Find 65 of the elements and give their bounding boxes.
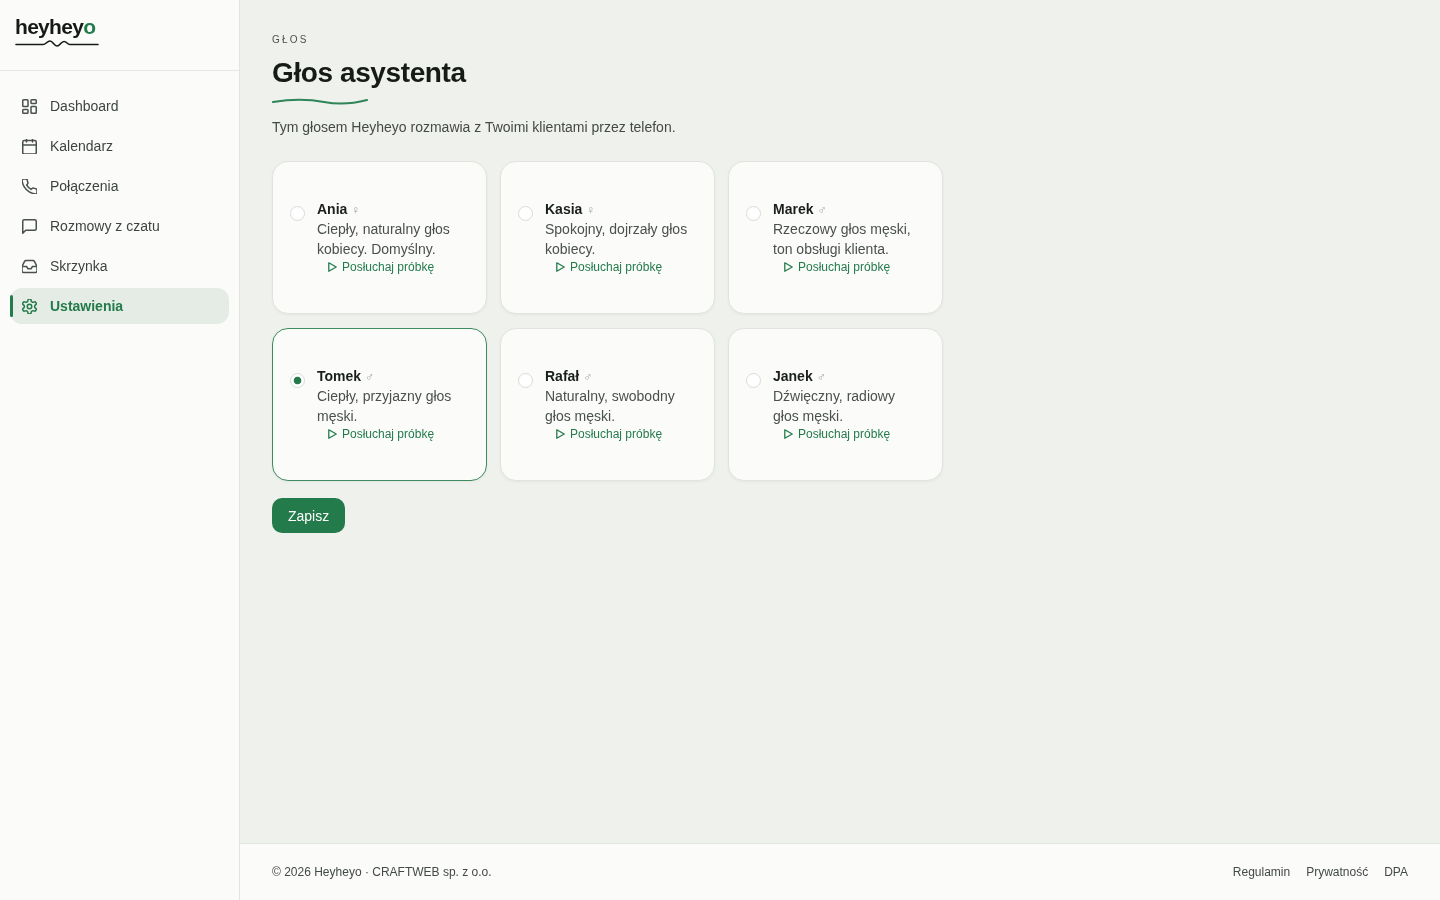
play-icon: [784, 262, 793, 272]
phone-icon: [22, 178, 37, 194]
voice-description: Spokojny, dojrzały głos kobiecy.: [545, 220, 689, 259]
play-icon: [328, 429, 337, 439]
voice-card[interactable]: Rafał ♂ Naturalny, swobodny głos męski. Posłuchaj próbkę: [500, 328, 715, 481]
sample-link[interactable]: Posłuchaj próbkę: [328, 259, 435, 275]
voice-card[interactable]: Kasia ♀ Spokojny, dojrzały głos kobiecy. Posłuchaj próbkę: [500, 161, 715, 314]
chat-bubble-icon: [22, 218, 37, 234]
voice-card[interactable]: Marek ♂ Rzeczowy głos męski, ton obsługi klienta. Posłuchaj próbkę: [728, 161, 943, 314]
voice-card[interactable]: Tomek ♂ Ciepły, przyjazny głos męski. Posłuchaj próbkę: [272, 328, 487, 481]
sidebar-item[interactable]: Dashboard: [10, 88, 229, 124]
logo-wave-icon: [15, 40, 99, 47]
radio-button[interactable]: [746, 206, 761, 221]
calendar-icon: [22, 138, 37, 154]
footer-link[interactable]: Regulamin: [1232, 865, 1291, 879]
sample-link[interactable]: Posłuchaj próbkę: [556, 426, 663, 442]
gender-symbol: ♂: [583, 370, 593, 384]
radio-button[interactable]: [518, 206, 533, 221]
voice-name: Marek: [773, 201, 814, 217]
voice-description: Rzeczowy głos męski, ton obsługi klienta.: [773, 220, 912, 259]
gear-icon: [22, 298, 37, 314]
voice-name: Tomek: [317, 368, 362, 384]
voice-name: Ania: [317, 201, 348, 217]
sample-link[interactable]: Posłuchaj próbkę: [328, 426, 435, 442]
play-icon: [556, 429, 565, 439]
sample-link[interactable]: Posłuchaj próbkę: [556, 259, 663, 275]
sample-link[interactable]: Posłuchaj próbkę: [784, 259, 891, 275]
footer-link[interactable]: Prywatność: [1306, 865, 1369, 879]
inbox-tray-icon: [22, 258, 37, 274]
gender-symbol: ♂: [365, 370, 375, 384]
play-icon: [784, 429, 793, 439]
page-description: Tym głosem Heyheyo rozmawia z Twoimi klientami przez telefon.: [272, 118, 676, 137]
save-button[interactable]: Zapisz: [272, 498, 346, 533]
play-icon: [556, 262, 565, 272]
play-icon: [328, 262, 337, 272]
gender-symbol: ♂: [816, 370, 826, 384]
voice-description: Ciepły, przyjazny głos męski.: [317, 387, 453, 426]
eyebrow-label: GŁOS: [272, 34, 309, 46]
logo-text: heyheyo: [15, 14, 96, 40]
sidebar-item[interactable]: Kalendarz: [10, 128, 229, 164]
gender-symbol: ♀: [351, 203, 361, 217]
voice-name: Kasia: [545, 201, 583, 217]
grid-icon: [22, 98, 37, 114]
voice-name: Janek: [773, 368, 813, 384]
radio-button[interactable]: [746, 373, 761, 388]
voice-description: Dźwięczny, radiowy głos męski.: [773, 387, 896, 426]
voice-description: Ciepły, naturalny głos kobiecy. Domyślny.: [317, 220, 451, 259]
voice-card[interactable]: Janek ♂ Dźwięczny, radiowy głos męski. Posłuchaj próbkę: [728, 328, 943, 481]
sidebar-item[interactable]: Rozmowy z czatu: [10, 208, 229, 244]
gender-symbol: ♂: [817, 203, 827, 217]
page-title: Głos asystenta: [272, 56, 466, 90]
sidebar-item[interactable]: Skrzynka: [10, 248, 229, 284]
wave-underline-icon: [272, 97, 368, 105]
voice-description: Naturalny, swobodny głos męski.: [545, 387, 676, 426]
radio-button[interactable]: [518, 373, 533, 388]
voice-name: Rafał: [545, 368, 580, 384]
footer-link[interactable]: DPA: [1384, 865, 1408, 879]
radio-button[interactable]: [290, 373, 305, 388]
sample-link[interactable]: Posłuchaj próbkę: [784, 426, 891, 442]
sidebar-item[interactable]: Połączenia: [10, 168, 229, 204]
sidebar-item[interactable]: Ustawienia: [10, 288, 229, 324]
radio-button[interactable]: [290, 206, 305, 221]
copyright-text: © 2026 Heyheyo · CRAFTWEB sp. z o.o.: [272, 865, 492, 879]
gender-symbol: ♀: [586, 203, 596, 217]
voice-card[interactable]: Ania ♀ Ciepły, naturalny głos kobiecy. Domyślny. Posłuchaj próbkę: [272, 161, 487, 314]
